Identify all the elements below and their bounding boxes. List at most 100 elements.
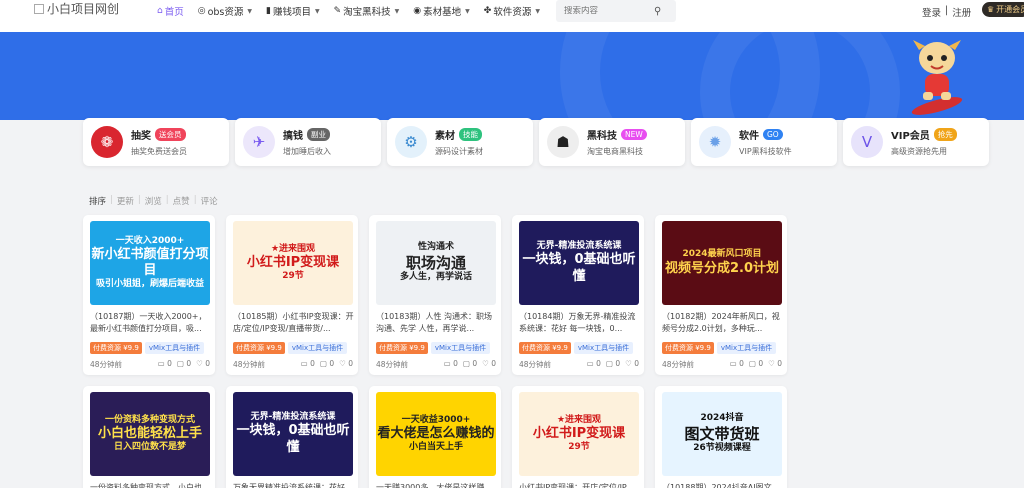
eye-icon: ▭ (586, 359, 597, 368)
comment-icon: ▢ (748, 359, 759, 368)
category-title-text: VIP会员 (891, 131, 930, 142)
chevron-down-icon: ▼ (394, 7, 400, 15)
post-title[interactable]: （10187期）一天收入2000+，最新小红书颜值打分项目，吸... (90, 311, 212, 335)
post-card[interactable]: 2024最新风口项目 视频号分成2.0计划 （10182期）2024年新风口，视频号… (655, 215, 787, 375)
post-thumbnail[interactable]: 2024最新风口项目 视频号分成2.0计划 (662, 221, 782, 305)
category-card-0[interactable]: ❁ 抽奖 送会员 抽奖免费送会员 (83, 118, 229, 166)
sort-option-2[interactable]: 点赞 (173, 195, 190, 207)
post-meta: 48分钟前 ▭ 0 ▢ 0 ♡ 0 (233, 359, 353, 370)
nav-item-4[interactable]: ◉ 素材基地 ▼ (406, 4, 477, 18)
post-card[interactable]: 2024抖音图文带货班26节视频课程 （10188期）2024抖音AI图文带... (655, 386, 787, 488)
post-thumbnail[interactable]: ★进来围观 小红书IP变现课 29节 (233, 221, 353, 305)
category-tag[interactable]: vMix工具与插件 (144, 342, 205, 354)
site-logo[interactable]: 小白项目网创 (34, 0, 119, 17)
thumbnail-text: 29节 (282, 271, 304, 282)
category-card-1[interactable]: ✈ 搞钱 副业 增加睡后收入 (235, 118, 381, 166)
category-card-5[interactable]: V VIP会员 抢先 高级资源抢先用 (843, 118, 989, 166)
category-subtitle: 淘宝电商黑科技 (587, 147, 643, 156)
register-link[interactable]: 注册 (952, 5, 971, 19)
sort-option-1[interactable]: 浏览 (145, 195, 162, 207)
thumbnail-text: 小红书IP变现课 (246, 254, 340, 270)
nav-item-2[interactable]: ▮ 赚钱项目 ▼ (259, 4, 327, 18)
thumbnail-text: ★进来围观 (270, 243, 316, 254)
category-title-text: 素材 (435, 131, 455, 142)
post-title[interactable]: 小红书IP变现课：开店/定位/IP... (519, 482, 641, 488)
like-icon: ♡ (196, 359, 206, 368)
like-icon: ♡ (339, 359, 349, 368)
post-thumbnail[interactable]: 2024抖音 图文带货班 26节视频课程 (662, 392, 782, 476)
nav-item-label: 赚钱项目 (272, 7, 311, 18)
thumbnail-text: 日入四位数不是梦 (113, 442, 186, 453)
views-count: ▭ 0 (587, 359, 601, 370)
category-tag[interactable]: vMix工具与插件 (430, 342, 491, 354)
post-time: 48分钟前 (519, 360, 552, 369)
category-tag[interactable]: vMix工具与插件 (287, 342, 348, 354)
search-box[interactable]: ⚲ (556, 0, 676, 22)
thumbnail-text: 小白当天上手 (408, 442, 463, 453)
nav-item-label: 淘宝黑科技 (343, 7, 391, 18)
post-thumbnail[interactable]: 一份资料多种变现方式 小白也能轻松上手 日入四位数不是梦 (90, 392, 210, 476)
post-thumbnail[interactable]: ★进来围观 小红书IP变现课 29节 (519, 392, 639, 476)
post-card[interactable]: 无界-精准投流系统课 一块钱，0基础也听懂 （10184期）万象无界-精准投流系统课… (512, 215, 644, 375)
post-card[interactable]: 一份资料多种变现方式 小白也能轻松上手 日入四位数不是梦一份资料多种变现方式，小白也… (83, 386, 215, 488)
post-thumbnail[interactable]: 无界-精准投流系统课 一块钱，0基础也听懂 (233, 392, 353, 476)
nav-item-3[interactable]: ✎ 淘宝黑科技 ▼ (327, 4, 407, 18)
post-title[interactable]: （10188期）2024抖音AI图文带... (662, 482, 784, 488)
sort-divider: | (165, 195, 169, 205)
category-tag[interactable]: vMix工具与插件 (716, 342, 777, 354)
nav-item-0[interactable]: ⌂ 首页 (150, 4, 191, 18)
post-card[interactable]: 一天收入2000+ 新小红书颜值打分项目 吸引小姐姐，刷爆后端收益 （10187期）一… (83, 215, 215, 375)
post-title[interactable]: （10184期）万象无界-精准投流系统课：花好 每一块钱，0... (519, 311, 641, 335)
post-time: 48分钟前 (376, 360, 409, 369)
post-card[interactable]: ★进来围观 小红书IP变现课 29节小红书IP变现课：开店/定位/IP... (512, 386, 644, 488)
nav-item-1[interactable]: ◎ obs资源 ▼ (191, 4, 259, 18)
post-title[interactable]: 万象无界精准投流系统课：花好... (233, 482, 355, 488)
category-card-3[interactable]: ☗ 黑科技 NEW 淘宝电商黑科技 (539, 118, 685, 166)
post-title[interactable]: （10185期）小红书IP变现课：开店/定位/IP变现/直播带货/... (233, 311, 355, 335)
eye-icon: ▭ (300, 359, 311, 368)
post-thumbnail[interactable]: 性沟通术 职场沟通 多人生，再学说话 (376, 221, 496, 305)
post-card[interactable]: 一天收益3000+ 看大佬是怎么赚钱的 小白当天上手一天赚3000多，大佬是这样赚.… (369, 386, 501, 488)
post-counts: ▭ 0 ▢ 0 ♡ 0 (587, 359, 639, 370)
post-title[interactable]: （10183期）人性 沟通术：职场沟通、先学 人性，再学说... (376, 311, 498, 335)
category-row: ❁ 抽奖 送会员 抽奖免费送会员 ✈ 搞钱 副业 增加睡后收入 ⚙ 素材 技能 源码设计素材 ☗ 黑科技 N… (83, 118, 989, 166)
crown-icon: ♛ (987, 5, 995, 14)
thumbnail-text: 多人生，再学说话 (399, 272, 472, 283)
paid-badge: 付费资源 ¥9.9 (662, 342, 714, 354)
sort-option-3[interactable]: 评论 (201, 195, 218, 207)
search-icon[interactable]: ⚲ (654, 6, 661, 17)
post-title[interactable]: 一份资料多种变现方式，小白也... (90, 482, 212, 488)
thumbnail-text: 26节视频课程 (693, 443, 751, 454)
sort-option-0[interactable]: 更新 (117, 195, 134, 207)
login-link[interactable]: 登录 (922, 5, 941, 19)
post-card[interactable]: 无界-精准投流系统课 一块钱，0基础也听懂万象无界精准投流系统课：花好... (226, 386, 358, 488)
eye-icon: ▭ (157, 359, 168, 368)
nav-item-5[interactable]: ✤ 软件资源 ▼ (477, 4, 547, 18)
likes-count: ♡ 0 (625, 359, 639, 370)
nav-item-label: obs资源 (207, 7, 244, 18)
rocket-icon: ✈ (243, 126, 275, 158)
search-input[interactable] (564, 6, 654, 16)
thumbnail-text: 视频号分成2.0计划 (664, 260, 780, 276)
like-icon: ♡ (482, 359, 492, 368)
dragon-mascot-icon (911, 40, 963, 115)
banner-decoration (700, 32, 900, 120)
post-card[interactable]: ★进来围观 小红书IP变现课 29节 （10185期）小红书IP变现课：开店/定位/I… (226, 215, 358, 375)
category-card-2[interactable]: ⚙ 素材 技能 源码设计素材 (387, 118, 533, 166)
likes-value: 0 (491, 359, 496, 368)
post-card[interactable]: 性沟通术 职场沟通 多人生，再学说话 （10183期）人性 沟通术：职场沟通、先学 人… (369, 215, 501, 375)
views-value: 0 (167, 359, 172, 368)
thumbnail-text: 职场沟通 (405, 253, 466, 272)
category-text: 搞钱 副业 增加睡后收入 (283, 127, 331, 157)
category-tag[interactable]: vMix工具与插件 (573, 342, 634, 354)
post-title[interactable]: 一天赚3000多，大佬是这样赚... (376, 482, 498, 488)
category-text: 抽奖 送会员 抽奖免费送会员 (131, 127, 187, 157)
post-thumbnail[interactable]: 一天收益3000+ 看大佬是怎么赚钱的 小白当天上手 (376, 392, 496, 476)
hero-banner (0, 32, 1024, 120)
post-title[interactable]: （10182期）2024年新风口，视频号分成2.0计划，多种玩... (662, 311, 784, 335)
post-thumbnail[interactable]: 无界-精准投流系统课 一块钱，0基础也听懂 (519, 221, 639, 305)
post-thumbnail[interactable]: 一天收入2000+ 新小红书颜值打分项目 吸引小姐姐，刷爆后端收益 (90, 221, 210, 305)
category-title: 搞钱 副业 (283, 127, 331, 142)
open-vip-button[interactable]: ♛ 开通会员 (982, 2, 1024, 17)
category-card-4[interactable]: ✹ 软件 GO VIP黑科技软件 (691, 118, 837, 166)
